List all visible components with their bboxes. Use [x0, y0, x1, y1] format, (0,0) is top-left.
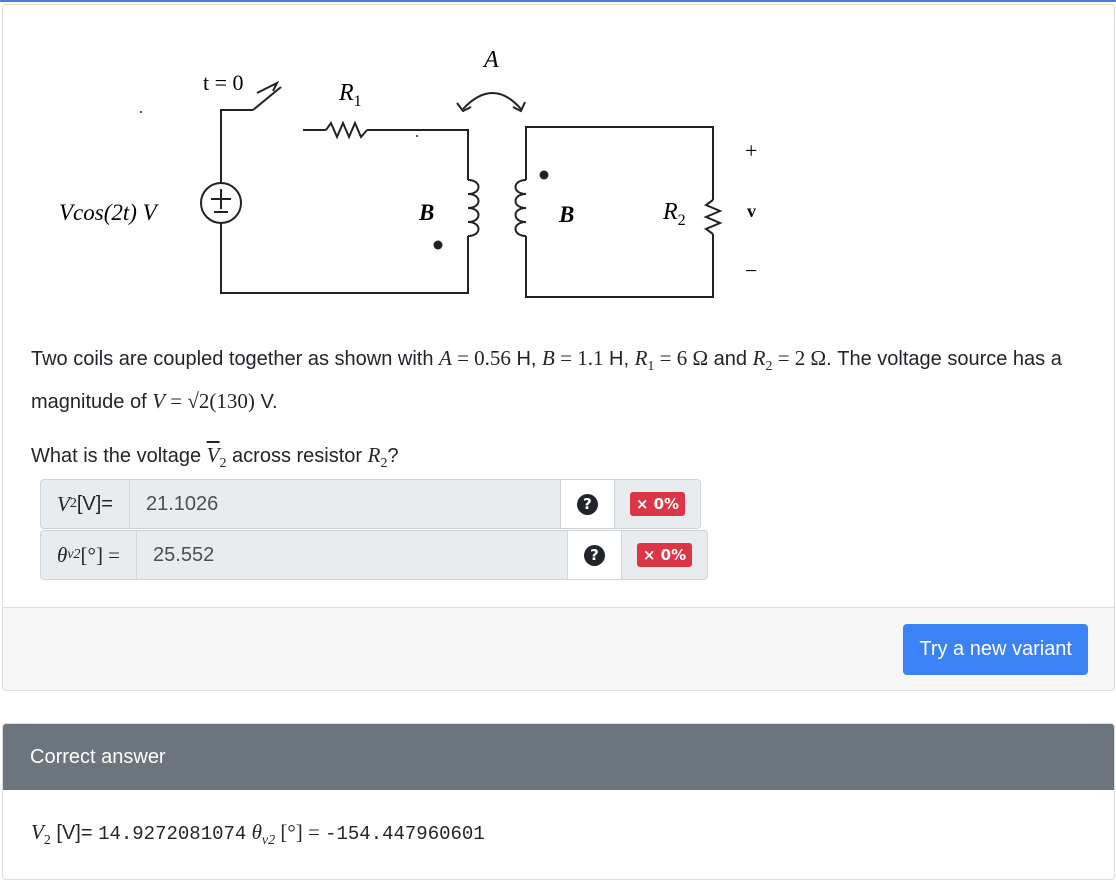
coil-secondary — [514, 179, 527, 237]
v2-help-button[interactable]: ? — [560, 479, 615, 529]
coil1-label: B — [418, 200, 434, 225]
v-label: v — [747, 201, 756, 221]
try-new-variant-button[interactable]: Try a new variant — [903, 624, 1088, 675]
top-accent-rule — [0, 0, 1116, 2]
wire-left-top — [220, 109, 253, 125]
correct-answer-body: V2 [V]= 14.9272081074 θv2 [°] = -154.447… — [31, 820, 485, 849]
question-card-footer: Try a new variant — [3, 607, 1114, 690]
wire-secondary-bottom — [525, 234, 714, 298]
v2-input-label: V 2 [V]= — [40, 479, 129, 529]
wire-top-right — [367, 129, 469, 180]
theta-help-button[interactable]: ? — [568, 530, 623, 580]
r2-resistor — [703, 199, 723, 235]
theta-score-badge: × 0% — [636, 543, 693, 567]
r2-label: R2 — [662, 199, 686, 229]
correct-answer-card: Correct answer V2 [V]= 14.9272081074 θv2… — [2, 723, 1115, 880]
correct-answer-header: Correct answer — [3, 724, 1114, 790]
r1-resistor — [325, 120, 368, 140]
answer-v2-value: 14.9272081074 — [98, 823, 247, 845]
v2-score-badge: × 0% — [629, 492, 686, 516]
coil2-label: B — [558, 202, 574, 227]
mutual-label: A — [482, 47, 499, 73]
answer-theta-value: -154.447960601 — [325, 823, 485, 845]
theta-score: × 0% — [622, 530, 709, 580]
theta-input-group: θv2 [°] = ? × 0% — [40, 530, 709, 580]
coil-primary — [467, 179, 480, 237]
mutual-arrow — [462, 92, 522, 110]
question-mark-icon: ? — [584, 544, 606, 566]
theta-input-label: θ v2 [°] = — [40, 530, 137, 580]
circuit-diagram: t = 0 R1 A B B Vcos(2t) V R2 + v − — [59, 47, 757, 298]
question-paragraph-1: Two coils are coupled together as shown … — [31, 346, 1062, 414]
question-text: Two coils are coupled together as shown … — [31, 341, 1091, 481]
dot-secondary — [539, 170, 549, 180]
dot-primary — [433, 240, 443, 250]
v2-input[interactable] — [128, 479, 561, 529]
switch-blade — [252, 86, 282, 111]
question-mark-icon: ? — [576, 493, 598, 515]
question-card: t = 0 R1 A B B Vcos(2t) V R2 + v − Two c… — [2, 4, 1115, 691]
v-minus: − — [745, 258, 757, 283]
wire-right-bottom — [220, 223, 469, 294]
source-label: Vcos(2t) V — [59, 200, 160, 225]
v2-input-group: V2[V]= ? × 0% — [40, 479, 701, 529]
r1-label: R1 — [338, 80, 362, 110]
v-plus: + — [745, 138, 757, 163]
switch-label: t = 0 — [203, 70, 244, 95]
question-paragraph-2: What is the voltage V2 across resistor R… — [31, 443, 399, 472]
wire-secondary-top — [525, 126, 714, 200]
v2-score: × 0% — [614, 479, 701, 529]
theta-input[interactable] — [136, 530, 569, 580]
